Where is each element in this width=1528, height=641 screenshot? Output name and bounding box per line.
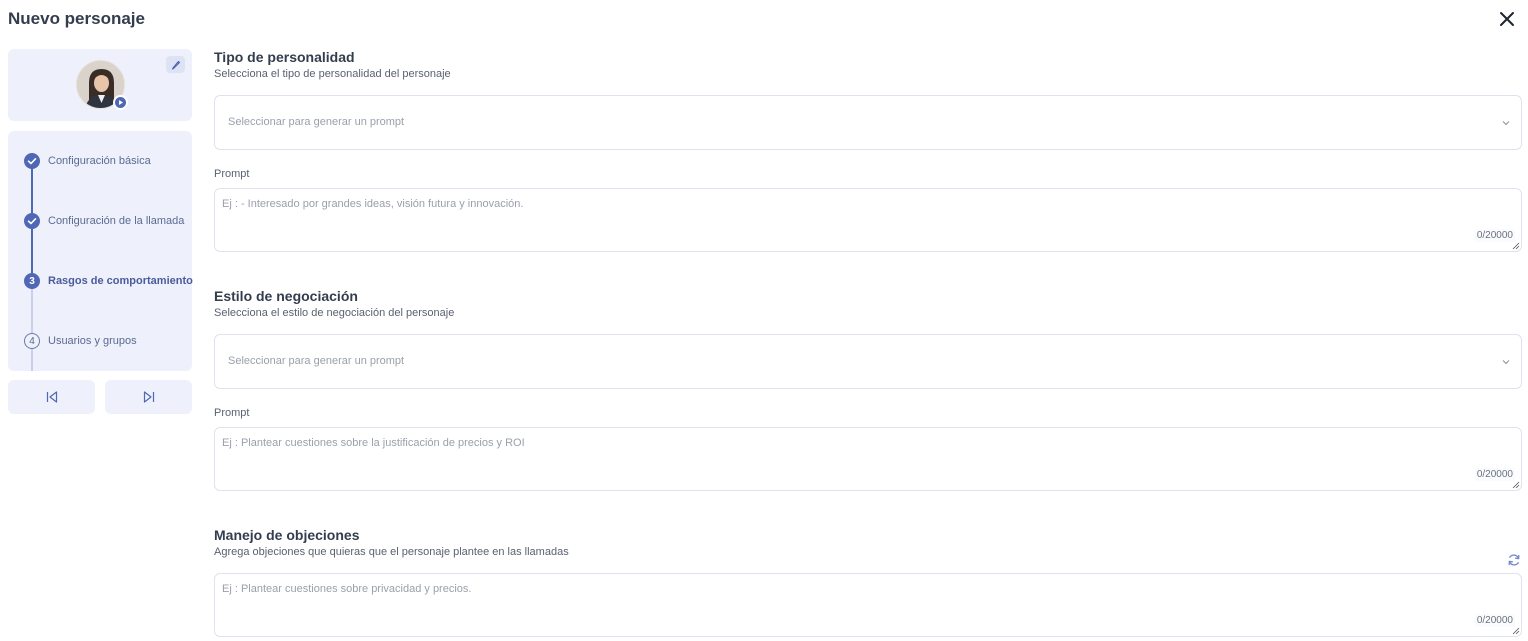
character-counter: 0/20000 [1474,614,1515,627]
step-label: Configuración de la llamada [48,215,185,227]
objections-textarea[interactable]: Ej : Plantear cuestiones sobre privacida… [214,573,1522,637]
resize-handle-icon[interactable] [1512,481,1520,489]
close-button[interactable] [1497,9,1517,29]
negotiation-description: Selecciona el estilo de negociación del … [214,307,455,319]
step-label: Rasgos de comportamiento [48,275,193,287]
character-counter: 0/20000 [1474,229,1515,242]
negotiation-prompt-textarea[interactable]: Ej : Plantear cuestiones sobre la justif… [214,427,1522,491]
avatar-card [8,49,192,121]
objections-description: Agrega objeciones que quieras que el per… [214,546,569,558]
step-call-config[interactable]: Configuración de la llamada [24,213,184,229]
negotiation-title: Estilo de negociación [214,288,358,304]
select-placeholder: Seleccionar para generar un prompt [228,116,405,128]
select-placeholder: Seleccionar para generar un prompt [228,355,405,367]
step-connector [31,289,33,333]
personality-prompt-textarea[interactable]: Ej : - Interesado por grandes ideas, vis… [214,188,1522,252]
step-basic-config[interactable]: Configuración básica [24,153,151,169]
check-icon [24,153,40,169]
play-icon[interactable] [113,95,128,110]
objections-title: Manejo de objeciones [214,527,360,543]
negotiation-prompt-label: Prompt [214,407,250,419]
textarea-placeholder: Ej : - Interesado por grandes ideas, vis… [222,198,524,210]
personality-prompt-label: Prompt [214,168,250,180]
resize-handle-icon[interactable] [1512,242,1520,250]
personality-title: Tipo de personalidad [214,49,355,65]
chevron-down-icon [1502,360,1510,365]
stepper: Configuración básica Configuración de la… [8,131,193,371]
close-icon [1500,12,1514,26]
personality-description: Selecciona el tipo de personalidad del p… [214,68,451,80]
step-label: Configuración básica [48,155,151,167]
personality-select[interactable]: Seleccionar para generar un prompt [214,95,1522,150]
step-behavior-traits[interactable]: 3 Rasgos de comportamiento [24,273,193,289]
step-connector [31,229,33,273]
character-counter: 0/20000 [1474,468,1515,481]
refresh-icon [1508,554,1520,566]
step-users-groups[interactable]: 4 Usuarios y grupos [24,333,137,349]
last-page-icon [143,391,154,403]
first-page-icon [46,391,57,403]
pencil-icon [171,60,181,70]
edit-avatar-button[interactable] [166,56,185,73]
step-number: 3 [24,273,40,289]
textarea-placeholder: Ej : Plantear cuestiones sobre privacida… [222,583,472,595]
previous-step-button[interactable] [8,380,95,414]
step-connector [31,169,33,213]
next-step-button[interactable] [105,380,192,414]
chevron-down-icon [1502,121,1510,126]
resize-handle-icon[interactable] [1512,627,1520,635]
check-icon [24,213,40,229]
step-connector [31,349,33,371]
textarea-placeholder: Ej : Plantear cuestiones sobre la justif… [222,437,525,449]
refresh-button[interactable] [1507,553,1521,567]
page-title: Nuevo personaje [8,9,145,28]
step-number: 4 [24,333,40,349]
step-label: Usuarios y grupos [48,335,137,347]
negotiation-select[interactable]: Seleccionar para generar un prompt [214,334,1522,389]
